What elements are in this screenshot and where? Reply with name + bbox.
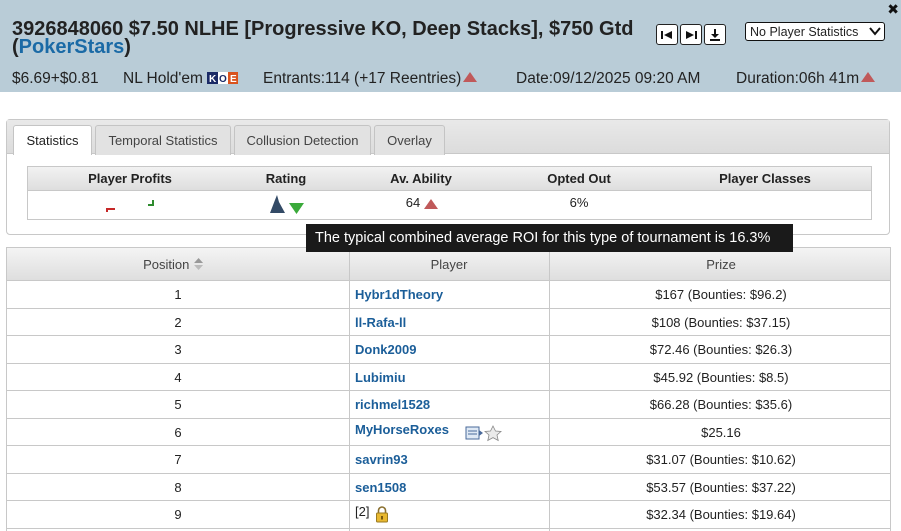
table-row: 3 Donk2009 $72.46 (Bounties: $26.3) <box>7 336 890 364</box>
player-link[interactable]: savrin93 <box>355 452 408 467</box>
stats-value-row: 64 6% <box>28 191 871 219</box>
up-arrow-icon <box>463 72 478 82</box>
tab-bar: Statistics Temporal Statistics Collusion… <box>7 120 889 155</box>
skip-forward-icon <box>686 30 697 39</box>
header-av-ability: Av. Ability <box>390 171 452 186</box>
table-row: 4 Lubimiu $45.92 (Bounties: $8.5) <box>7 364 890 391</box>
entrants: Entrants:114 (+17 Reentries) <box>263 70 478 88</box>
statistics-panel: Statistics Temporal Statistics Collusion… <box>6 119 890 235</box>
game-label: NL Hold'em <box>123 70 203 87</box>
start-date: Date:09/12/2025 09:20 AM <box>516 70 701 87</box>
last-page-button[interactable] <box>680 24 702 45</box>
prize-cell: $66.28 (Bounties: $35.6) <box>649 397 793 412</box>
stats-header-row: Player Profits Rating Av. Ability Opted … <box>28 167 871 191</box>
chevron-down-icon <box>869 27 881 36</box>
table-row: 6 MyHorseRoxes $25.16 <box>7 419 890 446</box>
svg-text:K: K <box>209 74 217 84</box>
position-cell: 2 <box>174 314 182 330</box>
table-row: 1 Hybr1dTheory $167 (Bounties: $96.2) <box>7 281 890 309</box>
sort-icon <box>193 258 203 270</box>
opted-out-value: 6% <box>569 195 589 210</box>
lock-icon <box>376 506 388 523</box>
first-page-button[interactable] <box>656 24 678 45</box>
prize-cell: $25.16 <box>701 424 741 440</box>
av-ability-value: 64 <box>405 195 421 210</box>
prize-cell: $72.46 (Bounties: $26.3) <box>649 342 793 357</box>
paren-close: ) <box>124 36 131 58</box>
tab-collusion-detection[interactable]: Collusion Detection <box>234 125 371 155</box>
ko-badge-icon: KOE <box>206 72 238 84</box>
position-header-label: Position <box>143 257 190 272</box>
position-cell: 9 <box>174 507 182 522</box>
table-row: 2 ll-Rafa-ll $108 (Bounties: $37.15) <box>7 309 890 336</box>
prize-header: Prize <box>706 257 736 272</box>
up-arrow-icon <box>424 199 438 209</box>
table-row: 8 sen1508 $53.57 (Bounties: $37.22) <box>7 474 890 501</box>
tab-statistics[interactable]: Statistics <box>13 125 92 155</box>
results-table: Position Player Prize 1 Hybr1dTheory $16… <box>6 247 891 531</box>
position-cell: 4 <box>174 369 182 385</box>
stats-summary-table: Player Profits Rating Av. Ability Opted … <box>27 166 872 220</box>
svg-text:O: O <box>219 74 227 84</box>
game-type: NL Hold'em K O E <box>123 70 238 88</box>
header-player-classes: Player Classes <box>719 171 811 186</box>
profit-sparkline-icon <box>106 200 154 212</box>
prize-cell: $31.07 (Bounties: $10.62) <box>646 452 796 467</box>
position-cell: 8 <box>174 479 182 495</box>
tab-overlay[interactable]: Overlay <box>374 125 445 155</box>
stats-select-value: No Player Statistics <box>750 24 859 39</box>
player-notes-icon[interactable] <box>465 424 503 442</box>
player-link[interactable]: Lubimiu <box>355 370 406 385</box>
download-button[interactable] <box>704 24 726 45</box>
roi-tooltip: The typical combined average ROI for thi… <box>306 224 793 252</box>
tab-temporal-statistics[interactable]: Temporal Statistics <box>95 125 231 155</box>
player-link[interactable]: ll-Rafa-ll <box>355 315 406 330</box>
player-link[interactable]: richmel1528 <box>355 397 430 412</box>
position-header[interactable]: Position <box>143 257 203 272</box>
header-rating: Rating <box>265 171 307 186</box>
download-icon <box>710 28 720 41</box>
site-link[interactable]: PokerStars <box>19 36 125 58</box>
buyin: $6.69+$0.81 <box>12 70 99 87</box>
table-row: 7 savrin93 $31.07 (Bounties: $10.62) <box>7 446 890 474</box>
position-cell: 5 <box>174 397 182 412</box>
player-link[interactable]: MyHorseRoxes <box>355 422 449 437</box>
hidden-player-cell: [2] <box>355 504 370 519</box>
position-cell: 6 <box>174 424 182 440</box>
column-divider <box>349 248 350 531</box>
shark-rating-icon <box>270 195 304 214</box>
column-divider <box>549 248 550 531</box>
player-header: Player <box>430 257 468 272</box>
entrants-text: Entrants:114 (+17 Reentries) <box>263 70 462 87</box>
prize-cell: $167 (Bounties: $96.2) <box>655 287 787 302</box>
skip-back-icon <box>661 30 672 39</box>
up-arrow-icon <box>861 72 876 82</box>
duration-text: Duration:06h 41m <box>736 70 860 87</box>
svg-text:E: E <box>230 74 237 84</box>
prize-cell: $45.92 (Bounties: $8.5) <box>653 369 789 385</box>
results-header-row: Position Player Prize <box>7 248 890 281</box>
player-link[interactable]: Donk2009 <box>355 342 416 357</box>
header-player-profits: Player Profits <box>88 171 172 186</box>
position-cell: 7 <box>174 452 182 467</box>
player-link[interactable]: sen1508 <box>355 480 406 495</box>
tournament-header: ✖ 3926848060 $7.50 NLHE [Progressive KO,… <box>0 0 901 92</box>
close-icon[interactable]: ✖ <box>887 2 899 16</box>
table-row: 9 [2] $32.34 (Bounties: $19.64) <box>7 501 890 529</box>
table-row: 5 richmel1528 $66.28 (Bounties: $35.6) <box>7 391 890 419</box>
nav-buttons <box>656 24 726 45</box>
position-cell: 3 <box>174 342 182 357</box>
prize-cell: $53.57 (Bounties: $37.22) <box>646 479 796 495</box>
prize-cell: $32.34 (Bounties: $19.64) <box>646 507 796 522</box>
position-cell: 1 <box>174 287 182 302</box>
prize-cell: $108 (Bounties: $37.15) <box>651 314 791 330</box>
player-statistics-select[interactable]: No Player Statistics <box>745 22 885 41</box>
tournament-site-line: (PokerStars) <box>12 37 131 58</box>
duration: Duration:06h 41m <box>736 70 876 88</box>
header-opted-out: Opted Out <box>547 171 611 186</box>
paren-open: ( <box>12 36 19 58</box>
player-link[interactable]: Hybr1dTheory <box>355 287 443 302</box>
